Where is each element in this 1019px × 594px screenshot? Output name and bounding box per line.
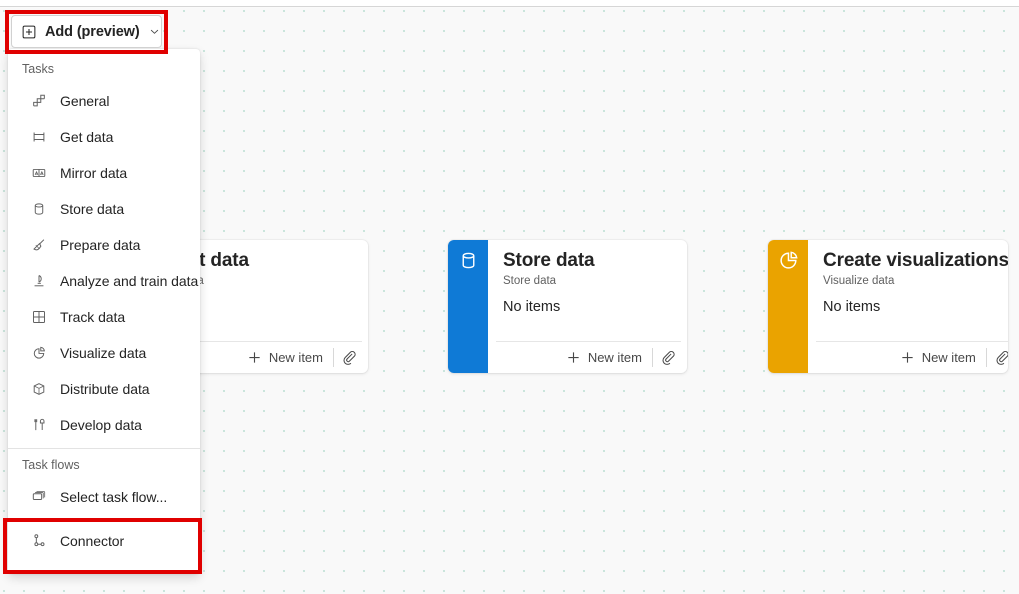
new-item-label: New item — [922, 350, 976, 365]
footer-divider — [333, 348, 334, 367]
add-square-icon — [21, 24, 37, 40]
pie-chart-icon — [777, 250, 799, 272]
menu-item-select-task-flow[interactable]: Select task flow... — [8, 479, 200, 515]
menu-item-develop-data[interactable]: Develop data — [8, 407, 200, 443]
menu-item-label: Track data — [60, 309, 125, 325]
new-item-label: New item — [588, 350, 642, 365]
plus-icon — [900, 350, 915, 365]
plus-icon — [566, 350, 581, 365]
menu-item-label: Select task flow... — [60, 489, 167, 505]
menu-item-distribute-data[interactable]: Distribute data — [8, 371, 200, 407]
add-preview-label: Add (preview) — [45, 24, 140, 40]
menu-item-label: Mirror data — [60, 165, 127, 181]
mirror-data-icon — [30, 165, 47, 182]
attach-icon — [995, 350, 1008, 365]
database-icon — [458, 250, 479, 271]
task-flow-canvas-page: Collect data Collect data No items New i… — [0, 0, 1019, 594]
task-flow-icon — [30, 489, 47, 506]
plus-icon — [247, 350, 262, 365]
menu-item-connector[interactable]: Connector — [8, 521, 200, 561]
general-steps-icon — [30, 93, 47, 110]
menu-item-store-data[interactable]: Store data — [8, 191, 200, 227]
card-subtitle: Store data — [503, 274, 675, 289]
database-icon — [30, 201, 47, 218]
get-data-icon — [30, 129, 47, 146]
card-accent-bar — [448, 240, 488, 373]
menu-section-header-tasks: Tasks — [8, 53, 200, 83]
add-dropdown-menu[interactable]: Tasks General Get data — [8, 49, 200, 574]
new-item-button[interactable]: New item — [896, 347, 984, 368]
footer-divider — [652, 348, 653, 367]
grid-table-icon — [30, 309, 47, 326]
menu-item-analyze-and-train-data[interactable]: Analyze and train data — [8, 263, 200, 299]
menu-item-label: Connector — [60, 533, 124, 549]
menu-item-label: Prepare data — [60, 237, 140, 253]
card-title: Store data — [503, 249, 675, 273]
broom-icon — [30, 237, 47, 254]
menu-item-label: Distribute data — [60, 381, 150, 397]
attach-icon — [342, 350, 357, 365]
menu-item-track-data[interactable]: Track data — [8, 299, 200, 335]
menu-item-get-data[interactable]: Get data — [8, 119, 200, 155]
menu-item-prepare-data[interactable]: Prepare data — [8, 227, 200, 263]
add-preview-button[interactable]: Add (preview) — [11, 15, 162, 48]
task-card-store-data[interactable]: Store data Store data No items New item — [448, 240, 687, 373]
top-toolbar-strip — [0, 0, 1019, 7]
menu-item-label: Store data — [60, 201, 124, 217]
attach-button[interactable] — [990, 348, 1008, 367]
microscope-icon — [30, 273, 47, 290]
card-footer: New item — [816, 341, 1008, 373]
pie-chart-icon — [30, 345, 47, 362]
menu-item-label: General — [60, 93, 109, 109]
card-subtitle: Visualize data — [823, 274, 1008, 289]
chevron-down-icon — [148, 25, 161, 38]
task-card-create-visualizations[interactable]: Create visualizations Visualize data No … — [768, 240, 1008, 373]
connector-icon — [30, 533, 47, 550]
menu-item-label: Develop data — [60, 417, 142, 433]
menu-item-mirror-data[interactable]: Mirror data — [8, 155, 200, 191]
tools-icon — [30, 417, 47, 434]
menu-item-label: Analyze and train data — [60, 273, 198, 289]
footer-divider — [986, 348, 987, 367]
new-item-button[interactable]: New item — [562, 347, 650, 368]
card-items-count: No items — [503, 299, 675, 315]
menu-item-visualize-data[interactable]: Visualize data — [8, 335, 200, 371]
new-item-button[interactable]: New item — [243, 347, 331, 368]
new-item-label: New item — [269, 350, 323, 365]
card-footer: New item — [496, 341, 681, 373]
package-icon — [30, 381, 47, 398]
attach-button[interactable] — [656, 348, 681, 367]
card-items-count: No items — [823, 299, 1008, 315]
menu-item-general[interactable]: General — [8, 83, 200, 119]
attach-button[interactable] — [337, 348, 362, 367]
card-body: Store data Store data No items New item — [488, 240, 687, 373]
menu-item-label: Get data — [60, 129, 113, 145]
menu-item-label: Visualize data — [60, 345, 146, 361]
card-title: Create visualizations — [823, 249, 1008, 273]
card-body: Create visualizations Visualize data No … — [808, 240, 1008, 373]
menu-section-header-task-flows: Task flows — [8, 449, 200, 479]
card-accent-bar — [768, 240, 808, 373]
attach-icon — [661, 350, 676, 365]
menu-bottom-padding — [8, 561, 200, 574]
